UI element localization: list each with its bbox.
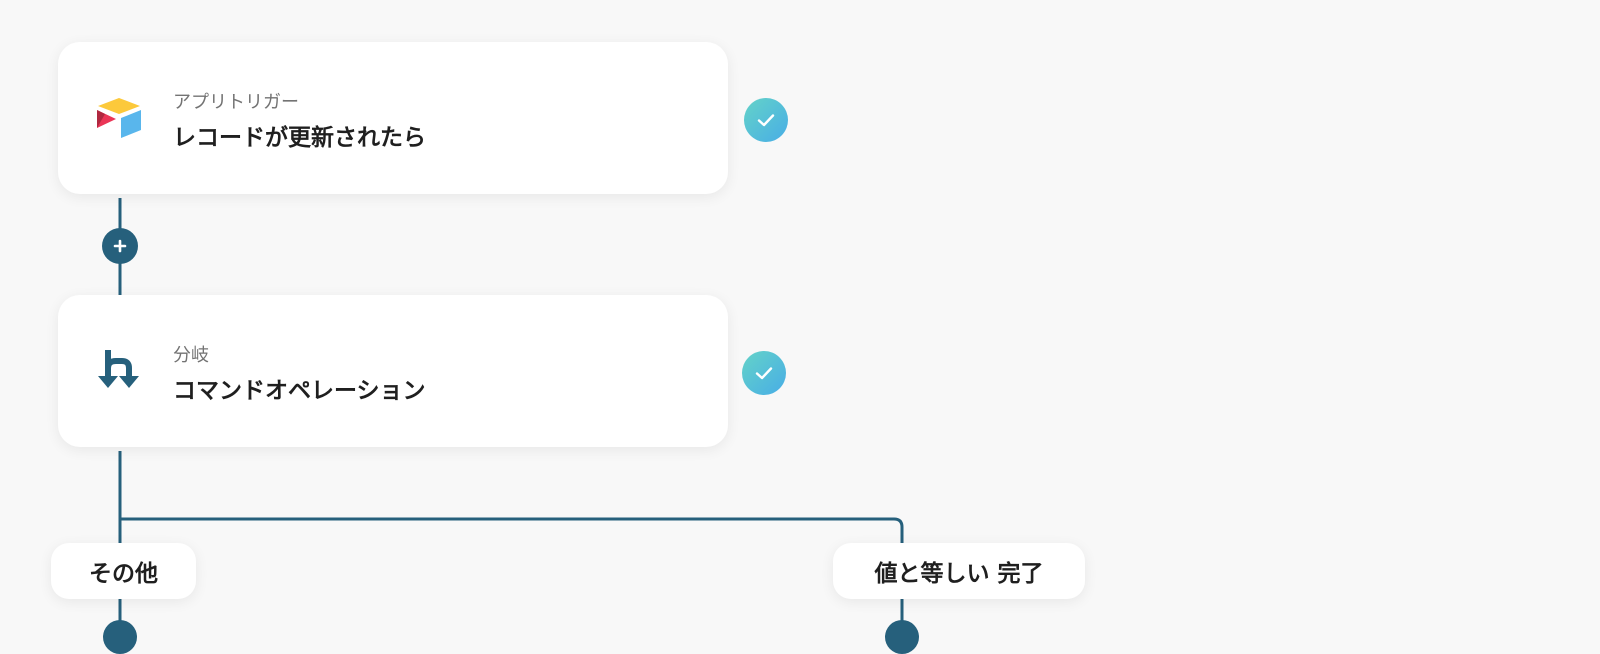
- airtable-icon: [94, 95, 144, 141]
- step-type-label: 分岐: [173, 345, 209, 366]
- step-card-branch[interactable]: 分岐 コマンドオペレーション: [58, 295, 728, 447]
- branch-split-line: [120, 517, 904, 625]
- branch-icon: [94, 348, 144, 394]
- step-complete-checkmark-icon: [742, 351, 786, 395]
- step-card-trigger[interactable]: アプリトリガー レコードが更新されたら: [58, 42, 728, 194]
- step-title: レコードが更新されたら: [173, 125, 426, 151]
- branch-label-other[interactable]: その他: [51, 543, 196, 599]
- plus-icon: [113, 239, 127, 253]
- step-complete-checkmark-icon: [744, 98, 788, 142]
- step-type-label: アプリトリガー: [173, 92, 299, 113]
- add-step-button[interactable]: [102, 228, 138, 264]
- branch-node-other[interactable]: [103, 620, 137, 654]
- branch-node-complete[interactable]: [885, 620, 919, 654]
- branch-label-equals-complete[interactable]: 値と等しい 完了: [833, 543, 1085, 599]
- step-title: コマンドオペレーション: [173, 378, 426, 404]
